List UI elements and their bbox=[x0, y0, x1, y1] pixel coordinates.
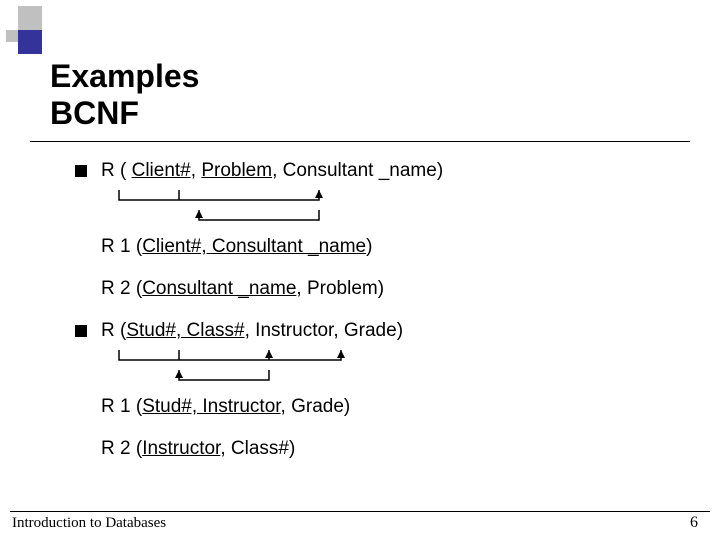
attr-underlined: Instructor bbox=[142, 438, 220, 459]
attr-underlined: Stud#, Instructor bbox=[142, 396, 280, 417]
text-fragment: R 1 ( bbox=[101, 236, 142, 257]
bullet-item-2: R (Stud#, Class#, Instructor, Grade) bbox=[75, 320, 675, 342]
text-fragment: R 2 ( bbox=[101, 278, 142, 299]
text-fragment: R ( bbox=[101, 320, 126, 341]
text-fragment: R 2 ( bbox=[101, 438, 142, 459]
text-fragment: , Problem) bbox=[296, 278, 384, 299]
fd-arrows-1 bbox=[101, 188, 675, 232]
title-underline bbox=[30, 141, 690, 142]
title-line-2: BCNF bbox=[50, 95, 139, 131]
title-line-1: Examples bbox=[50, 58, 199, 94]
swatch-gray-2 bbox=[6, 30, 18, 42]
relation-r1-1: R 1 (Client#, Consultant _name) bbox=[101, 236, 675, 258]
attr-client: Client#, bbox=[132, 160, 196, 181]
relation-r2-2: R 2 (Instructor, Class#) bbox=[101, 438, 675, 460]
arrow-svg-1 bbox=[101, 188, 421, 232]
relation-r1-2: R 2 (Consultant _name, Problem) bbox=[101, 278, 675, 300]
relation-r1: R ( Client#, Problem, Consultant _name) bbox=[101, 160, 443, 182]
slide: Examples BCNF R ( Client#, Problem, Cons… bbox=[0, 0, 720, 540]
content-block: R ( Client#, Problem, Consultant _name) … bbox=[75, 160, 675, 464]
text-fragment: , Grade) bbox=[281, 396, 351, 417]
text-fragment: R ( bbox=[101, 160, 132, 181]
bullet-item-1: R ( Client#, Problem, Consultant _name) bbox=[75, 160, 675, 182]
attr-underlined: Stud#, Class#, bbox=[126, 320, 250, 341]
arrow-svg-2 bbox=[101, 348, 421, 392]
page-number: 6 bbox=[690, 514, 698, 532]
text-fragment: R 1 ( bbox=[101, 396, 142, 417]
text-fragment: , Consultant _name) bbox=[272, 160, 443, 181]
attr-underlined: Client#, Consultant _name bbox=[142, 236, 366, 257]
text-fragment: , Class#) bbox=[220, 438, 295, 459]
footer-rule bbox=[10, 511, 710, 512]
swatch-purple bbox=[18, 30, 42, 54]
bullet-icon bbox=[75, 325, 87, 337]
text-fragment: ) bbox=[366, 236, 372, 257]
footer-title: Introduction to Databases bbox=[12, 515, 166, 532]
relation-r2: R (Stud#, Class#, Instructor, Grade) bbox=[101, 320, 403, 342]
relation-r2-1: R 1 (Stud#, Instructor, Grade) bbox=[101, 396, 675, 418]
swatch-gray-1 bbox=[18, 6, 42, 30]
attr-problem: Problem bbox=[201, 160, 272, 181]
page-title: Examples BCNF bbox=[50, 58, 199, 132]
fd-arrows-2 bbox=[101, 348, 675, 392]
text-fragment: Instructor, Grade) bbox=[250, 320, 403, 341]
bullet-icon bbox=[75, 165, 87, 177]
attr-underlined: Consultant _name bbox=[142, 278, 296, 299]
